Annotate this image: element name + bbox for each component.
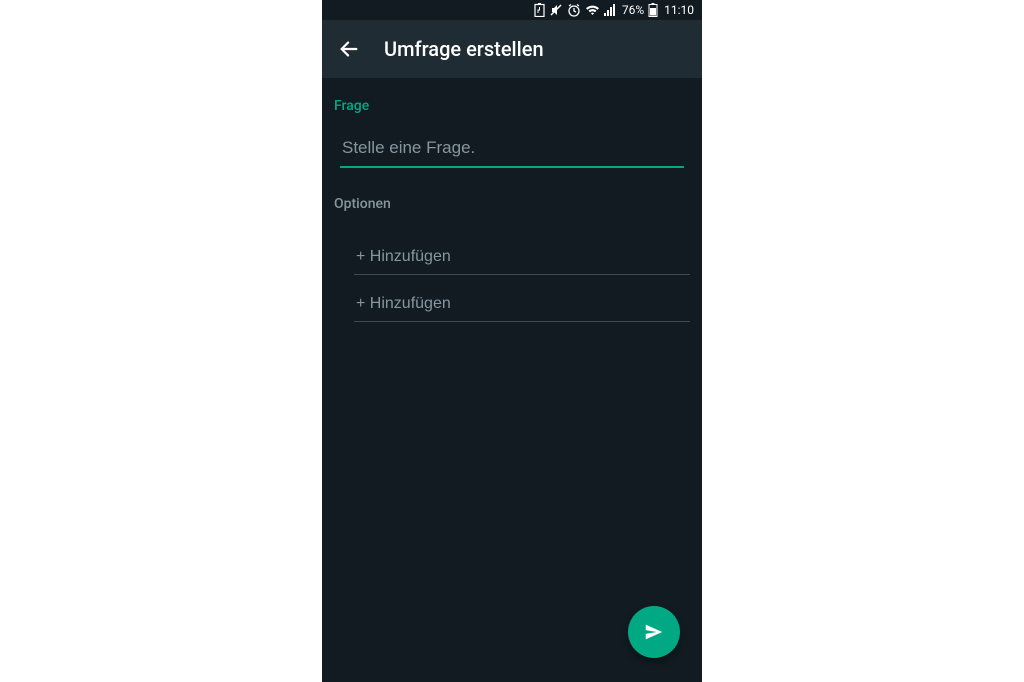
battery-icon [648,3,658,17]
page-title: Umfrage erstellen [384,37,544,61]
option-input-1[interactable] [354,238,690,275]
question-label: Frage [334,98,690,114]
app-bar: Umfrage erstellen [322,20,702,78]
battery-saver-icon [534,3,545,17]
back-button[interactable] [332,38,360,60]
option-input-2[interactable] [354,285,690,322]
send-button[interactable] [628,606,680,658]
options-label: Optionen [334,196,690,212]
alarm-icon [567,3,581,17]
status-bar: 76% 11:10 [322,0,702,20]
form-content: Frage Optionen [322,78,702,342]
signal-icon [604,4,618,16]
send-icon [643,621,665,643]
phone-frame: 76% 11:10 Umfrage erstellen Frage Option… [322,0,702,682]
clock-time: 11:10 [664,3,694,17]
question-input[interactable] [340,130,684,168]
arrow-left-icon [338,38,360,60]
battery-percent: 76% [622,3,644,17]
mute-icon [549,3,563,17]
wifi-icon [585,4,600,16]
